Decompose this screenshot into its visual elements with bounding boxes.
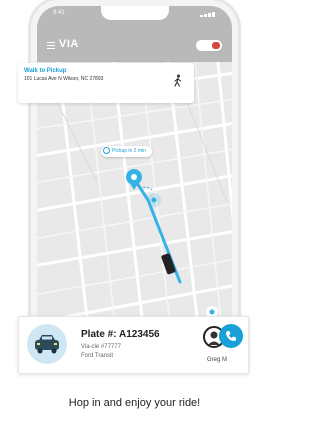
user-location-dot <box>151 197 157 203</box>
caption-text: Hop in and enjoy your ride! <box>68 397 201 409</box>
vehicle-avatar <box>27 324 67 364</box>
route-overlay <box>126 169 218 318</box>
recenter-icon <box>209 309 215 315</box>
vehicle-id: Via-cle #77777 <box>81 344 121 350</box>
car-icon <box>35 335 59 354</box>
pickup-eta-label: Pickup in 2 min <box>112 148 146 154</box>
pickup-eta-chip: Pickup in 2 min <box>101 146 152 157</box>
phone-icon <box>226 331 236 341</box>
ride-details-panel[interactable]: Plate #: A123456 Via-cle #77777 Ford Tra… <box>18 316 249 374</box>
info-icon <box>103 147 110 155</box>
driver-name: Greg M <box>207 357 228 363</box>
vehicle-model: Ford Transit <box>81 353 114 359</box>
phone-notch <box>100 6 169 20</box>
plate-number: Plate #: A123456 <box>81 329 160 340</box>
call-driver-button[interactable] <box>219 324 243 348</box>
